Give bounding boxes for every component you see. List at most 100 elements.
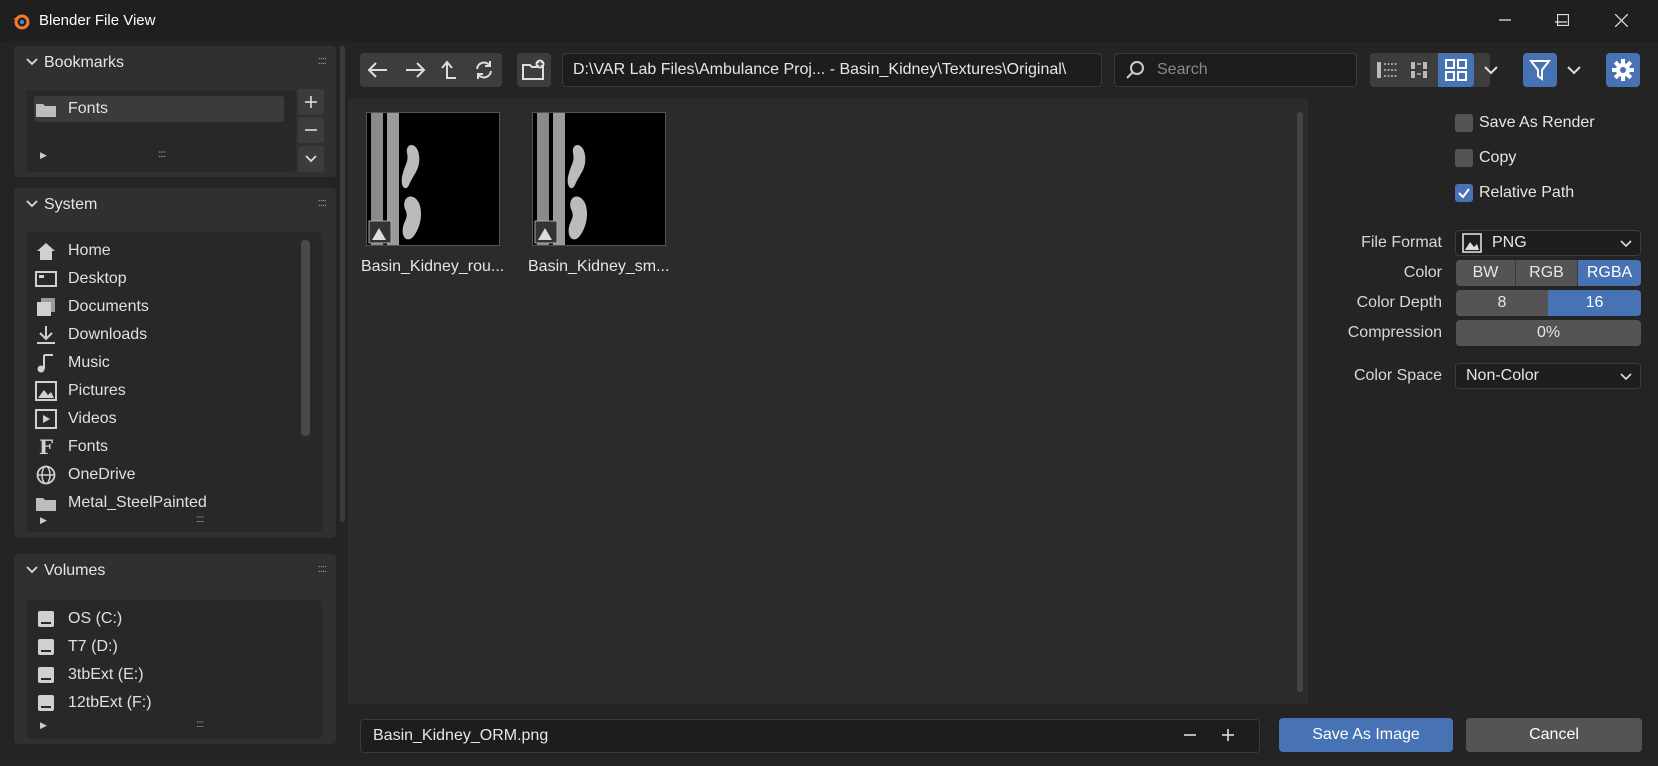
color-space-label: Color Space xyxy=(1353,367,1442,384)
system-item-documents[interactable]: Documents xyxy=(34,294,149,320)
system-item-videos[interactable]: Videos xyxy=(34,406,117,432)
bookmark-menu-button[interactable] xyxy=(298,146,324,172)
system-item-desktop[interactable]: Desktop xyxy=(34,266,127,292)
refresh-button[interactable] xyxy=(473,59,495,81)
display-settings-dropdown[interactable] xyxy=(1475,53,1507,87)
navigation-group xyxy=(360,53,502,87)
globe-icon xyxy=(34,464,58,486)
display-mode-group xyxy=(1370,53,1490,87)
color-depth-16-option[interactable]: 16 xyxy=(1548,290,1641,316)
bookmarks-header[interactable]: Bookmarks :::: xyxy=(14,46,336,80)
remove-bookmark-button[interactable] xyxy=(298,117,324,143)
filter-settings-dropdown[interactable] xyxy=(1558,53,1590,87)
expand-triangle-icon[interactable]: ▶ xyxy=(40,515,47,526)
expand-triangle-icon[interactable]: ▶ xyxy=(40,150,47,161)
volume-item-f[interactable]: 12tbExt (F:) xyxy=(34,690,152,716)
copy-label: Copy xyxy=(1479,149,1517,166)
add-bookmark-button[interactable] xyxy=(298,89,324,115)
chevron-down-icon xyxy=(26,200,38,208)
system-item-metal-steelpainted[interactable]: Metal_SteelPainted xyxy=(34,490,207,516)
system-item-music[interactable]: Music xyxy=(34,350,110,376)
save-as-image-button[interactable]: Save As Image xyxy=(1279,718,1453,752)
sidebar-splitter[interactable] xyxy=(340,46,345,522)
system-item-downloads[interactable]: Downloads xyxy=(34,322,147,348)
display-thumbnails-button[interactable] xyxy=(1438,53,1474,87)
maximize-button[interactable] xyxy=(1540,6,1586,34)
color-rgba-option[interactable]: RGBA xyxy=(1578,260,1641,286)
documents-icon xyxy=(34,296,58,318)
close-window-button[interactable] xyxy=(1598,6,1644,34)
file-view-scrollbar[interactable] xyxy=(1297,112,1303,692)
filename-input[interactable] xyxy=(371,726,1155,746)
resize-grip-icon[interactable]: :::: xyxy=(158,149,166,160)
copy-checkbox[interactable] xyxy=(1455,149,1473,167)
system-item-label: Fonts xyxy=(68,438,109,455)
color-label: Color xyxy=(1403,264,1442,281)
volume-item-e[interactable]: 3tbExt (E:) xyxy=(34,662,144,688)
system-item-label: Pictures xyxy=(68,382,126,399)
system-list: Home Desktop Documents Downloads Music P… xyxy=(26,232,322,532)
expand-triangle-icon[interactable]: ▶ xyxy=(40,720,47,731)
resize-grip-icon[interactable]: :::: xyxy=(196,719,204,730)
color-rgb-option[interactable]: RGB xyxy=(1516,260,1578,286)
system-item-label: OneDrive xyxy=(68,466,136,483)
increment-filename-button[interactable] xyxy=(1221,728,1235,747)
volume-item-d[interactable]: T7 (D:) xyxy=(34,634,118,660)
arrow-left-icon xyxy=(367,62,388,78)
volume-item-c[interactable]: OS (C:) xyxy=(34,606,122,632)
system-item-label: Documents xyxy=(68,298,149,315)
system-header[interactable]: System :::: xyxy=(14,188,336,222)
file-thumbnail[interactable] xyxy=(532,112,666,246)
file-name[interactable]: Basin_Kidney_sm... xyxy=(528,258,669,276)
minimize-button[interactable] xyxy=(1482,6,1528,34)
texture-preview xyxy=(534,113,587,245)
chevron-down-icon xyxy=(1484,66,1498,75)
system-item-pictures[interactable]: Pictures xyxy=(34,378,126,404)
system-item-onedrive[interactable]: OneDrive xyxy=(34,462,136,488)
texture-preview xyxy=(368,113,421,245)
file-format-dropdown[interactable]: PNG xyxy=(1455,230,1641,256)
drag-handle-icon[interactable]: :::: xyxy=(318,197,327,209)
system-item-fonts[interactable]: F Fonts xyxy=(34,434,108,460)
drag-handle-icon[interactable]: :::: xyxy=(318,563,327,575)
search-field[interactable] xyxy=(1114,53,1357,87)
parent-directory-button[interactable] xyxy=(440,60,458,80)
system-list-scrollbar[interactable] xyxy=(301,240,310,436)
system-item-home[interactable]: Home xyxy=(34,238,111,264)
folder-icon xyxy=(34,492,58,514)
bookmark-item-fonts[interactable]: Fonts xyxy=(34,96,284,122)
directory-path-input[interactable]: D:\VAR Lab Files\Ambulance Proj... - Bas… xyxy=(562,53,1102,87)
search-input[interactable] xyxy=(1155,60,1349,80)
video-icon xyxy=(34,408,58,430)
volumes-list: OS (C:) T7 (D:) 3tbExt (E:) 12tbExt (F:)… xyxy=(26,600,322,738)
forward-button[interactable] xyxy=(404,61,426,79)
file-name[interactable]: Basin_Kidney_rou... xyxy=(361,258,504,276)
filter-toggle-button[interactable] xyxy=(1523,53,1557,87)
save-as-render-checkbox[interactable] xyxy=(1455,114,1473,132)
decrement-filename-button[interactable] xyxy=(1183,728,1197,747)
cancel-button[interactable]: Cancel xyxy=(1466,718,1642,752)
resize-grip-icon[interactable]: :::: xyxy=(196,514,204,525)
color-depth-8-option[interactable]: 8 xyxy=(1456,290,1548,316)
drag-handle-icon[interactable]: :::: xyxy=(318,55,327,67)
system-item-label: Metal_SteelPainted xyxy=(68,494,207,511)
compression-slider[interactable]: 0% xyxy=(1456,320,1641,346)
back-button[interactable] xyxy=(367,61,389,79)
image-icon xyxy=(1462,233,1482,253)
file-thumbnail[interactable] xyxy=(366,112,500,246)
relative-path-checkbox[interactable] xyxy=(1455,184,1473,202)
drive-icon xyxy=(34,636,58,658)
settings-toggle-button[interactable] xyxy=(1606,53,1640,87)
display-list-vertical-button[interactable] xyxy=(1370,53,1404,87)
volumes-header[interactable]: Volumes :::: xyxy=(14,554,336,588)
download-icon xyxy=(34,324,58,346)
volume-label: OS (C:) xyxy=(68,610,123,627)
arrow-right-icon xyxy=(405,62,426,78)
window-titlebar: Blender File View xyxy=(0,0,1658,42)
color-bw-option[interactable]: BW xyxy=(1456,260,1516,286)
filename-field[interactable] xyxy=(360,719,1260,753)
display-list-horizontal-button[interactable] xyxy=(1404,53,1438,87)
color-space-dropdown[interactable]: Non-Color xyxy=(1455,363,1641,389)
directory-path-text: D:\VAR Lab Files\Ambulance Proj... - Bas… xyxy=(573,61,1067,78)
new-folder-button[interactable] xyxy=(517,53,551,87)
